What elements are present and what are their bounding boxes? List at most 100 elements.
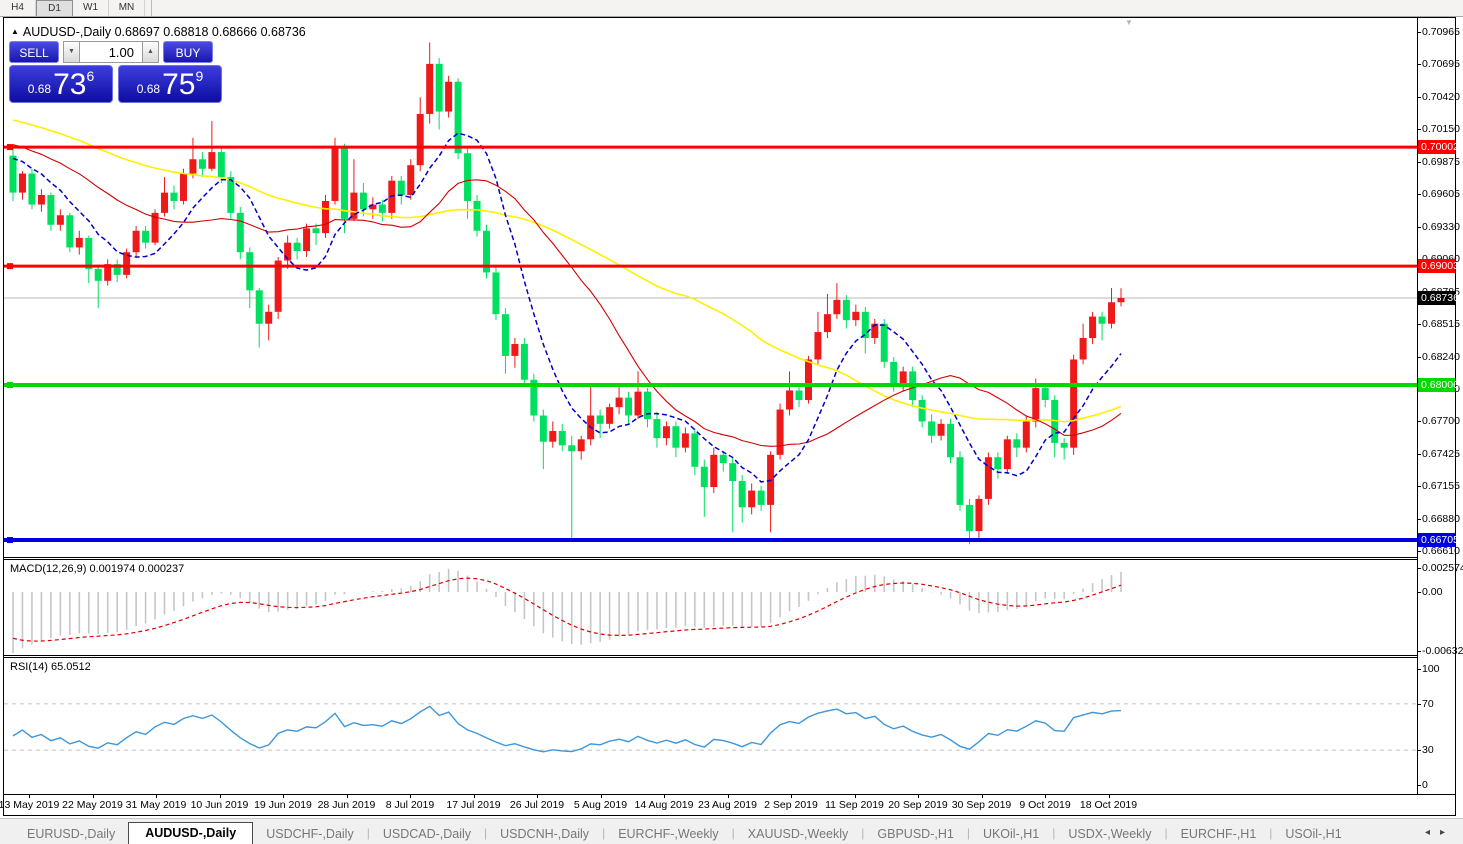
- date-tick: [283, 795, 284, 798]
- rsi-axis-label: 30: [1418, 744, 1434, 756]
- date-label: 13 May 2019: [0, 799, 60, 811]
- chart-tab-eurusd-daily[interactable]: EURUSD-,Daily: [14, 824, 128, 844]
- rsi-axis-label: 100: [1418, 663, 1440, 675]
- line-anchor[interactable]: [7, 263, 13, 270]
- date-axis: 13 May 2019 22 May 2019 31 May 2019 10 Jun …: [0, 795, 1455, 815]
- price-tick-label: 0.70420: [1418, 91, 1460, 103]
- date-label: 23 Aug 2019: [698, 799, 757, 811]
- rsi-label: RSI(14) 65.0512: [10, 661, 91, 673]
- autoscroll-marker-icon: ▼: [1125, 18, 1133, 27]
- price-tick-label: 0.67425: [1418, 448, 1460, 460]
- line-anchor[interactable]: [7, 144, 13, 151]
- timeframe-toolbar: H4 D1 W1 MN: [0, 0, 1463, 17]
- date-tick: [92, 795, 94, 798]
- line-anchor[interactable]: [7, 381, 13, 388]
- date-label: 26 Jul 2019: [509, 799, 565, 811]
- date-label: 14 Aug 2019: [634, 799, 694, 811]
- price-tick-label: 0.69605: [1418, 188, 1460, 200]
- chart-tab-eurchf-weekly[interactable]: EURCHF-,Weekly: [605, 824, 731, 844]
- price-badge-0.69003: 0.69003: [1418, 259, 1459, 273]
- date-label: 5 Aug 2019: [573, 799, 628, 811]
- chart-title: ▲ AUDUSD-,Daily 0.68697 0.68818 0.68666 0…: [11, 25, 306, 39]
- rsi-axis-label: 70: [1418, 698, 1434, 710]
- price-tick-label: 0.69875: [1418, 156, 1460, 168]
- macd-axis-label: 0.00: [1417, 586, 1443, 598]
- chart-tab-usoil-h1[interactable]: USOil-,H1: [1272, 824, 1354, 844]
- chart-tab-usdcnh-daily[interactable]: USDCNH-,Daily: [487, 824, 602, 844]
- timeframe-button-d1[interactable]: D1: [36, 0, 73, 16]
- date-label: 20 Sep 2019: [888, 799, 948, 811]
- tab-scroll-right-icon[interactable]: ▸: [1440, 827, 1455, 838]
- date-tick: [346, 795, 348, 798]
- chart-title-text: AUDUSD-,Daily 0.68697 0.68818 0.68666 0.…: [22, 25, 306, 39]
- sell-price-box[interactable]: 0.68 73 6: [9, 65, 113, 103]
- date-tick: [410, 795, 411, 798]
- chart-tab-gbpusd-h1[interactable]: GBPUSD-,H1: [864, 824, 966, 844]
- chart-tab-usdchf-daily[interactable]: USDCHF-,Daily: [253, 824, 367, 844]
- collapse-icon: ▲: [11, 27, 19, 36]
- chart-tab-usdcad-daily[interactable]: USDCAD-,Daily: [370, 824, 484, 844]
- macd-axis-label: -0.006326: [1417, 645, 1463, 657]
- volume-input[interactable]: [80, 41, 142, 63]
- tab-scroll-left-icon[interactable]: ◂: [1425, 827, 1440, 838]
- price-tick-label: 0.67700: [1418, 415, 1460, 427]
- chart-frame: ▼ ▲ AUDUSD-,Daily 0.68697 0.68818 0.68666…: [0, 17, 1463, 816]
- line-anchor[interactable]: [7, 537, 13, 544]
- rsi-chart: [4, 703, 1417, 753]
- date-tick: [473, 795, 475, 798]
- date-tick: [156, 795, 157, 798]
- macd-chart: [12, 568, 1122, 653]
- terminal-window: H4 D1 W1 MN ▼ ▲ AUDUSD-,Daily 0.68697 0.6881…: [0, 0, 1463, 844]
- rsi-pane: [4, 658, 1417, 793]
- toolbar-divider: [145, 0, 152, 16]
- date-tick: [1108, 795, 1110, 798]
- volume-increase-button[interactable]: ▲: [142, 41, 159, 63]
- sell-price-big: 73: [53, 68, 87, 101]
- chart-tab-usdx-weekly[interactable]: USDX-,Weekly: [1055, 824, 1164, 844]
- date-label: 19 Jun 2019: [254, 799, 312, 811]
- timeframe-button-mn[interactable]: MN: [109, 0, 145, 16]
- date-tick: [981, 795, 983, 798]
- date-label: 30 Sep 2019: [951, 799, 1012, 811]
- buy-button[interactable]: BUY: [163, 41, 213, 63]
- rsi-line: [12, 705, 1122, 753]
- rsi-axis-label: 0: [1418, 779, 1428, 791]
- chart-tab-eurchf-h1[interactable]: EURCHF-,H1: [1168, 824, 1270, 844]
- price-tick-label: 0.70150: [1418, 123, 1460, 135]
- date-label: 28 Jun 2019: [317, 799, 376, 811]
- date-tick: [600, 795, 602, 798]
- date-tick: [727, 795, 729, 798]
- chart-tab-audusd-daily[interactable]: AUDUSD-,Daily: [128, 822, 254, 844]
- chart-tab-bar: EURUSD-,Daily AUDUSD-,Daily USDCHF-,Daily |…: [0, 818, 1463, 844]
- date-label: 17 Jul 2019: [446, 799, 501, 811]
- ma-mid-line: [12, 144, 1122, 447]
- timeframe-button-h4[interactable]: H4: [0, 0, 36, 16]
- date-label: 8 Jul 2019: [385, 799, 435, 811]
- macd-label: MACD(12,26,9) 0.001974 0.000237: [10, 563, 185, 575]
- date-tick: [791, 795, 792, 798]
- macd-pane: [4, 560, 1417, 655]
- price-badge-0.66705: 0.66705: [1418, 533, 1459, 547]
- buy-price-big: 75: [162, 68, 196, 101]
- date-tick: [219, 795, 221, 798]
- date-label: 2 Sep 2019: [764, 799, 818, 811]
- volume-decrease-button[interactable]: ▼: [63, 41, 80, 63]
- date-label: 31 May 2019: [125, 799, 187, 811]
- macd-signal-line: [12, 577, 1122, 642]
- timeframe-button-w1[interactable]: W1: [73, 0, 109, 16]
- chart-tab-ukoil-h1[interactable]: UKOil-,H1: [970, 824, 1052, 844]
- buy-price-box[interactable]: 0.68 75 9: [118, 65, 222, 103]
- date-tick: [918, 795, 919, 798]
- buy-price-pip: 9: [195, 68, 204, 84]
- price-badge-0.68006: 0.68006: [1418, 378, 1459, 392]
- price-tick-label: 0.68240: [1418, 351, 1460, 363]
- date-label: 22 May 2019: [62, 799, 123, 811]
- date-tick: [29, 795, 30, 798]
- sell-price-pip: 6: [86, 68, 95, 84]
- date-tick: [664, 795, 665, 798]
- timeframe-buttons: H4 D1 W1 MN: [0, 0, 145, 16]
- chart-tab-xauusd-weekly[interactable]: XAUUSD-,Weekly: [735, 824, 861, 844]
- sell-button[interactable]: SELL: [9, 41, 59, 63]
- tab-scroll-arrows: ◂▸: [1425, 827, 1455, 838]
- price-axis: 0.70965 0.70695 0.70420 0.70150 0.69875 0.696…: [1417, 18, 1463, 794]
